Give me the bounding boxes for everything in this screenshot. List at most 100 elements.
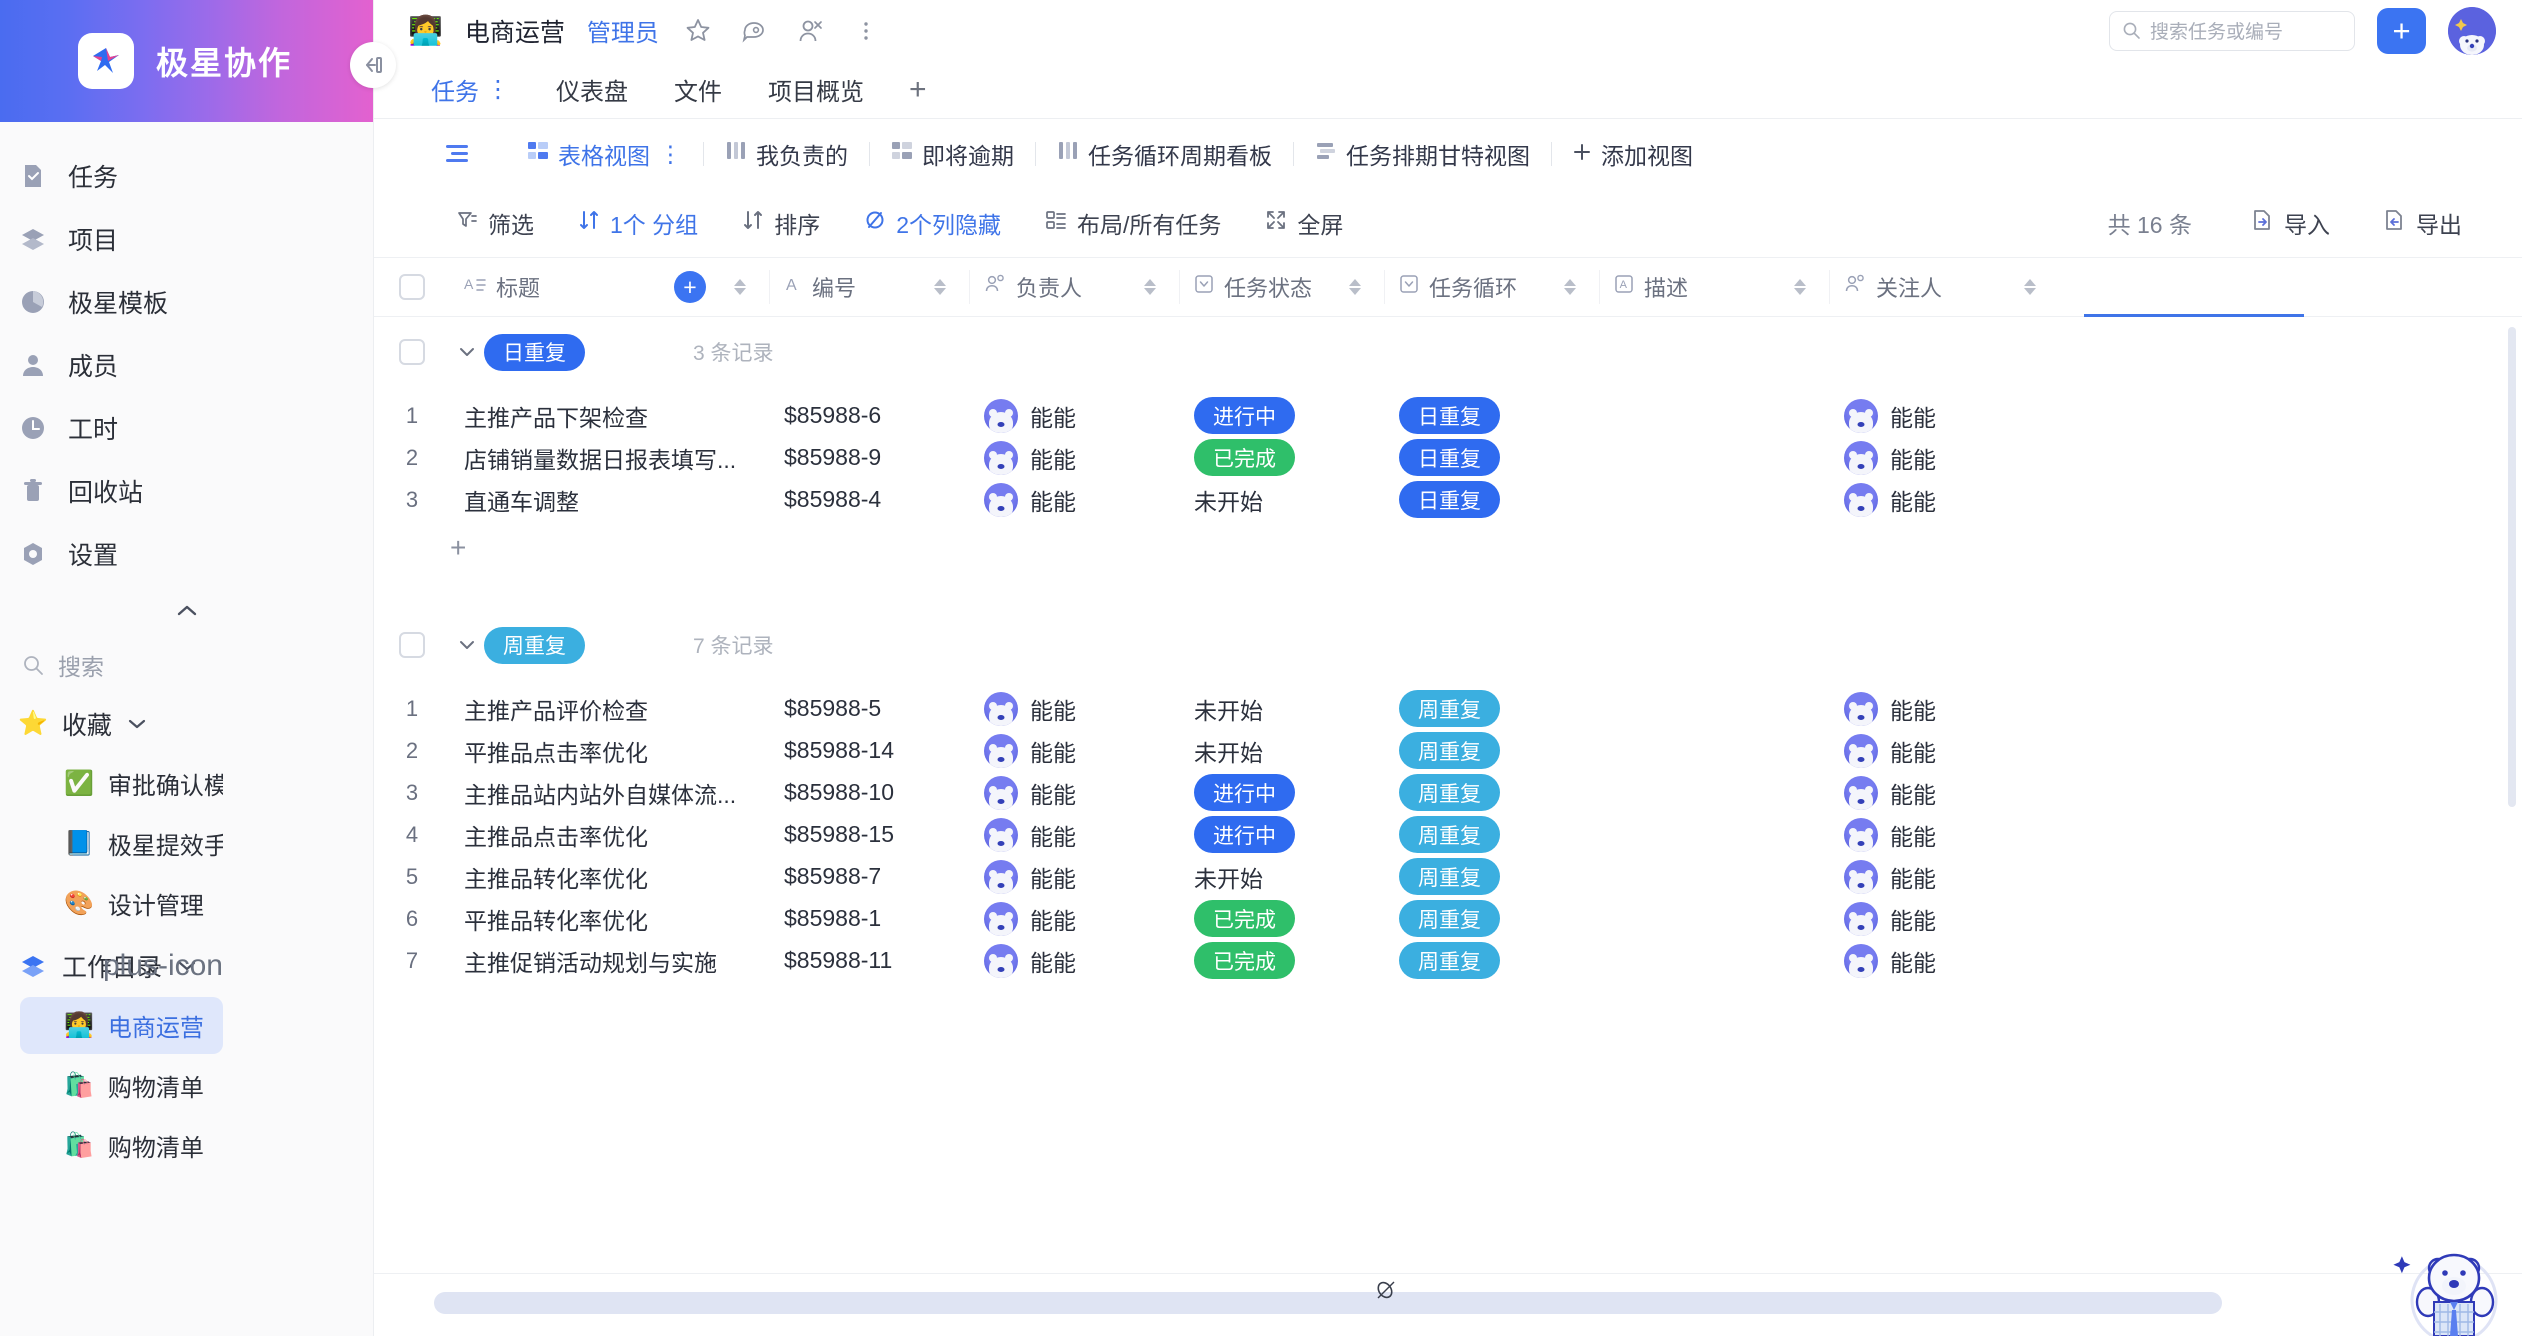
checkbox-icon[interactable] bbox=[399, 632, 425, 658]
add-view-button[interactable]: 添加视图 bbox=[1552, 137, 1713, 171]
favorite-item-design[interactable]: 🎨 设计管理 bbox=[20, 875, 223, 932]
table-row[interactable]: 3 直通车调整 $85988-4 能能 未开始 日重复 bbox=[374, 479, 2522, 520]
favorite-item-approval[interactable]: ✅ 审批确认模板 bbox=[20, 755, 223, 812]
star-outline-icon[interactable] bbox=[681, 14, 715, 48]
cell-desc[interactable] bbox=[1600, 730, 1830, 771]
cell-title[interactable]: 平推品点击率优化 bbox=[450, 730, 770, 771]
cell-code[interactable]: $85988-15 bbox=[770, 814, 970, 855]
cell-title[interactable]: 主推品站内站外自媒体流... bbox=[450, 772, 770, 813]
chevron-down-icon[interactable] bbox=[450, 638, 484, 652]
cell-title[interactable]: 平推品转化率优化 bbox=[450, 898, 770, 939]
cell-desc[interactable] bbox=[1600, 856, 1830, 897]
cell-desc[interactable] bbox=[1600, 479, 1830, 520]
cell-title[interactable]: 直通车调整 bbox=[450, 479, 770, 520]
view-tab-cycle-board[interactable]: 任务循环周期看板 bbox=[1036, 133, 1293, 175]
cell-title[interactable]: 店铺销量数据日报表填写... bbox=[450, 437, 770, 478]
workdir-item-shopping-1[interactable]: 🛍️ 购物清单 bbox=[20, 1057, 223, 1114]
sidebar-item-members[interactable]: 成员 bbox=[0, 333, 373, 396]
view-tab-mine[interactable]: 我负责的 bbox=[704, 133, 869, 175]
add-tab-button[interactable]: + bbox=[887, 73, 949, 107]
add-workdir-button[interactable]: plus-icon bbox=[103, 949, 223, 983]
cell-cycle[interactable]: 周重复 bbox=[1385, 688, 1600, 729]
sidebar-section-workdir[interactable]: 工作目录 plus-icon bbox=[0, 935, 373, 997]
cell-watch[interactable]: 能能 bbox=[1830, 898, 2060, 939]
vertical-scrollbar[interactable] bbox=[2508, 327, 2516, 807]
column-header-watch[interactable]: 关注人 bbox=[1830, 257, 2060, 317]
group-header-daily[interactable]: 日重复 3 条记录 bbox=[374, 317, 2522, 387]
layout-button[interactable]: 布局/所有任务 bbox=[1023, 202, 1243, 244]
cell-desc[interactable] bbox=[1600, 940, 1830, 981]
table-row[interactable]: 3 主推品站内站外自媒体流... $85988-10 能能 进行中 周重复 bbox=[374, 772, 2522, 813]
cell-watch[interactable]: 能能 bbox=[1830, 814, 2060, 855]
search-input[interactable]: 搜索任务或编号 bbox=[2109, 11, 2355, 51]
tab-files[interactable]: 文件 bbox=[651, 72, 745, 107]
cell-state[interactable]: 未开始 bbox=[1180, 479, 1385, 520]
cell-title[interactable]: 主推促销活动规划与实施 bbox=[450, 940, 770, 981]
cell-watch[interactable]: 能能 bbox=[1830, 688, 2060, 729]
table-row[interactable]: 1 主推产品评价检查 $85988-5 能能 未开始 周重复 bbox=[374, 688, 2522, 729]
table-row[interactable]: 6 平推品转化率优化 $85988-1 能能 已完成 周重复 bbox=[374, 898, 2522, 939]
comment-icon[interactable] bbox=[737, 14, 771, 48]
cell-cycle[interactable]: 日重复 bbox=[1385, 437, 1600, 478]
cell-owner[interactable]: 能能 bbox=[970, 730, 1180, 771]
table-row[interactable]: 4 主推品点击率优化 $85988-15 能能 进行中 周重复 bbox=[374, 814, 2522, 855]
hidden-columns-button[interactable]: 2个列隐藏 bbox=[842, 202, 1023, 244]
cell-owner[interactable]: 能能 bbox=[970, 395, 1180, 436]
tab-dashboard[interactable]: 仪表盘 bbox=[533, 72, 651, 107]
tab-overview[interactable]: 项目概览 bbox=[745, 72, 887, 107]
cell-state[interactable]: 已完成 bbox=[1180, 437, 1385, 478]
column-header-code[interactable]: A 编号 bbox=[770, 257, 970, 317]
cell-cycle[interactable]: 日重复 bbox=[1385, 479, 1600, 520]
cell-state[interactable]: 进行中 bbox=[1180, 395, 1385, 436]
view-more-icon[interactable]: ⋮ bbox=[659, 141, 682, 168]
fullscreen-button[interactable]: 全屏 bbox=[1243, 202, 1365, 244]
select-all-checkbox[interactable] bbox=[374, 257, 450, 317]
cell-watch[interactable]: 能能 bbox=[1830, 856, 2060, 897]
view-tab-overdue[interactable]: 即将逾期 bbox=[870, 133, 1035, 175]
checkbox-icon[interactable] bbox=[399, 339, 425, 365]
export-button[interactable]: 导出 bbox=[2356, 202, 2488, 244]
cell-owner[interactable]: 能能 bbox=[970, 772, 1180, 813]
cell-desc[interactable] bbox=[1600, 688, 1830, 729]
cell-watch[interactable]: 能能 bbox=[1830, 730, 2060, 771]
tab-more-icon[interactable]: ⋮ bbox=[486, 75, 510, 104]
cell-watch[interactable]: 能能 bbox=[1830, 437, 2060, 478]
cell-cycle[interactable]: 周重复 bbox=[1385, 940, 1600, 981]
cell-owner[interactable]: 能能 bbox=[970, 814, 1180, 855]
avatar[interactable] bbox=[2448, 7, 2496, 55]
cell-code[interactable]: $85988-5 bbox=[770, 688, 970, 729]
cell-owner[interactable]: 能能 bbox=[970, 479, 1180, 520]
sidebar-item-projects[interactable]: 项目 bbox=[0, 207, 373, 270]
cell-desc[interactable] bbox=[1600, 395, 1830, 436]
cell-desc[interactable] bbox=[1600, 814, 1830, 855]
tab-tasks[interactable]: 任务 ⋮ bbox=[408, 72, 533, 107]
group-button[interactable]: 1个 分组 bbox=[556, 202, 720, 244]
cell-owner[interactable]: 能能 bbox=[970, 856, 1180, 897]
view-menu-icon[interactable] bbox=[434, 142, 480, 166]
share-user-icon[interactable] bbox=[793, 14, 827, 48]
cell-code[interactable]: $85988-14 bbox=[770, 730, 970, 771]
add-button[interactable]: + bbox=[2377, 8, 2426, 54]
workdir-item-ecommerce[interactable]: 👩‍💻 电商运营 bbox=[20, 997, 223, 1054]
cell-owner[interactable]: 能能 bbox=[970, 688, 1180, 729]
sidebar-item-templates[interactable]: 极星模板 bbox=[0, 270, 373, 333]
table-row[interactable]: 2 店铺销量数据日报表填写... $85988-9 能能 已完成 日重复 bbox=[374, 437, 2522, 478]
add-column-button[interactable]: + bbox=[674, 271, 706, 303]
cell-state[interactable]: 未开始 bbox=[1180, 730, 1385, 771]
sort-toggle[interactable] bbox=[934, 279, 946, 295]
chevron-down-icon[interactable] bbox=[450, 345, 484, 359]
cell-title[interactable]: 主推品转化率优化 bbox=[450, 856, 770, 897]
import-button[interactable]: 导入 bbox=[2224, 202, 2356, 244]
cell-state[interactable]: 已完成 bbox=[1180, 898, 1385, 939]
column-header-desc[interactable]: A 描述 bbox=[1600, 257, 1830, 317]
cell-code[interactable]: $85988-6 bbox=[770, 395, 970, 436]
sort-toggle[interactable] bbox=[1349, 279, 1361, 295]
role-badge[interactable]: 管理员 bbox=[587, 13, 659, 48]
column-header-title[interactable]: A 标题 + bbox=[450, 257, 770, 317]
sidebar-item-recycle[interactable]: 回收站 bbox=[0, 459, 373, 522]
sort-toggle[interactable] bbox=[1564, 279, 1576, 295]
sort-button[interactable]: 排序 bbox=[720, 202, 842, 244]
cell-desc[interactable] bbox=[1600, 898, 1830, 939]
table-row[interactable]: 1 主推产品下架检查 $85988-6 能能 进行中 日重复 bbox=[374, 395, 2522, 436]
cell-title[interactable]: 主推品点击率优化 bbox=[450, 814, 770, 855]
